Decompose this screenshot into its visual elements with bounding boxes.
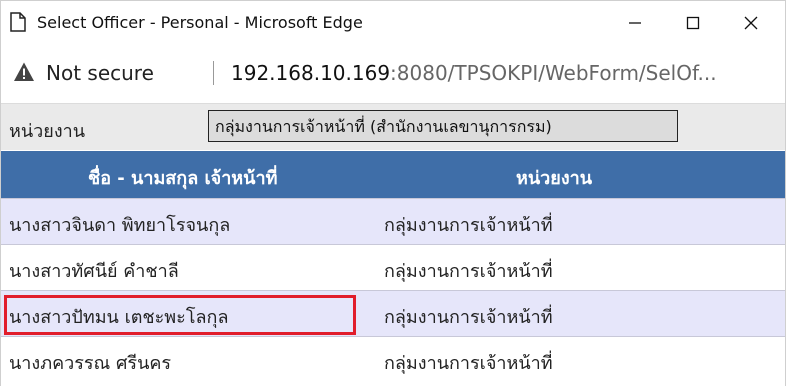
- officer-unit-cell: กลุ่มงานการเจ้าหน้าที่: [384, 261, 553, 282]
- officer-unit-cell: กลุ่มงานการเจ้าหน้าที่: [384, 307, 553, 328]
- window-title: Select Officer - Personal - Microsoft Ed…: [37, 13, 363, 32]
- warning-icon[interactable]: [13, 61, 35, 83]
- officer-unit-cell: กลุ่มงานการเจ้าหน้าที่: [384, 353, 553, 374]
- close-icon: [744, 16, 758, 30]
- maximize-icon: [686, 16, 700, 30]
- title-bar: Select Officer - Personal - Microsoft Ed…: [1, 1, 785, 46]
- address-separator: [213, 61, 214, 85]
- security-status[interactable]: Not secure: [46, 61, 154, 85]
- filter-row: หน่วยงาน กลุ่มงานการเจ้าหน้าที่ (สำนักงา…: [1, 104, 785, 150]
- url-text[interactable]: 192.168.10.169:8080/TPSOKPI/WebForm/SelO…: [231, 61, 717, 85]
- column-header-name: ชื่อ - นามสกุล เจ้าหน้าที่: [88, 168, 278, 189]
- selection-highlight: [4, 295, 356, 335]
- officer-name-cell[interactable]: นางภควรรณ ศรีนคร: [9, 348, 171, 377]
- table-header: ชื่อ - นามสกุล เจ้าหน้าที่ หน่วยงาน: [1, 151, 785, 198]
- minimize-button[interactable]: [606, 1, 664, 45]
- table-row[interactable]: นางสาวปัทมน เตชะพะโลกุล กลุ่มงานการเจ้าห…: [1, 290, 785, 337]
- officer-name-cell[interactable]: นางสาวจินดา พิทยาโรจนกุล: [9, 210, 230, 239]
- close-button[interactable]: [722, 1, 780, 45]
- unit-field[interactable]: กลุ่มงานการเจ้าหน้าที่ (สำนักงานเลขานุกา…: [208, 110, 678, 142]
- unit-label: หน่วยงาน: [9, 121, 86, 142]
- minimize-icon: [629, 22, 641, 24]
- browser-window: Select Officer - Personal - Microsoft Ed…: [0, 0, 786, 387]
- officer-name-cell[interactable]: นางสาวทัศนีย์ คำชาลี: [9, 256, 179, 285]
- url-path: :8080/TPSOKPI/WebForm/SelOf...: [390, 61, 717, 85]
- url-host: 192.168.10.169: [231, 61, 391, 85]
- table-row[interactable]: นางสาวจินดา พิทยาโรจนกุล กลุ่มงานการเจ้า…: [1, 198, 785, 245]
- page-content: หน่วยงาน กลุ่มงานการเจ้าหน้าที่ (สำนักงา…: [1, 104, 785, 387]
- table-row[interactable]: นางภควรรณ ศรีนคร กลุ่มงานการเจ้าหน้าที่: [1, 336, 785, 383]
- page-icon: [10, 12, 26, 32]
- column-header-unit: หน่วยงาน: [516, 168, 593, 189]
- table-row[interactable]: นางสาวทัศนีย์ คำชาลี กลุ่มงานการเจ้าหน้า…: [1, 244, 785, 291]
- officer-unit-cell: กลุ่มงานการเจ้าหน้าที่: [384, 215, 553, 236]
- address-bar[interactable]: Not secure 192.168.10.169:8080/TPSOKPI/W…: [1, 45, 785, 104]
- maximize-button[interactable]: [664, 1, 722, 45]
